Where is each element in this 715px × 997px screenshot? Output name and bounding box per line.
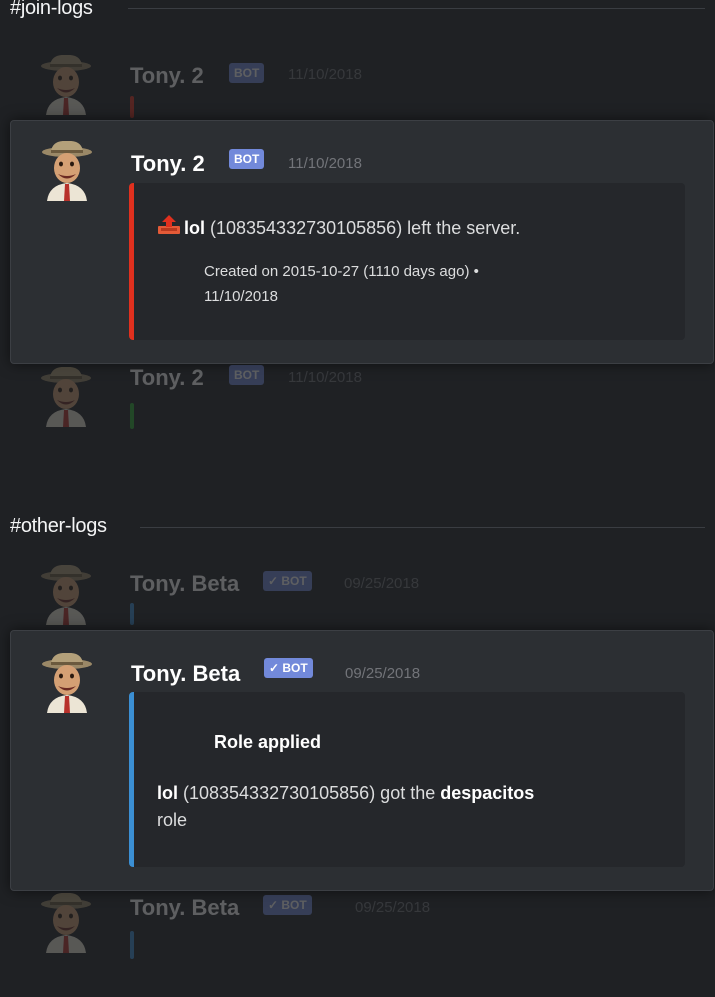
- bot-avatar[interactable]: [39, 653, 95, 713]
- message-author[interactable]: Tony. 2: [130, 365, 204, 391]
- bot-avatar[interactable]: [38, 367, 94, 427]
- username[interactable]: lol: [157, 783, 178, 803]
- bot-tag: ✓ BOT: [264, 658, 313, 678]
- bot-tag: BOT: [229, 63, 265, 83]
- bot-avatar[interactable]: [39, 141, 95, 201]
- member-left-text: (108354332730105856) left the server.: [205, 218, 521, 238]
- bot-tag: ✓ BOT: [263, 571, 312, 591]
- message-author[interactable]: Tony. Beta: [131, 661, 240, 687]
- embed-color-bar: [130, 603, 134, 625]
- bot-tag: ✓ BOT: [263, 895, 312, 915]
- embed-role-applied: Role applied lol (108354332730105856) go…: [129, 692, 685, 867]
- embed-title: Role applied: [214, 732, 322, 752]
- channel-divider: [128, 8, 705, 9]
- message-author[interactable]: Tony. 2: [131, 151, 205, 177]
- message-timestamp: 11/10/2018: [288, 66, 362, 83]
- message-faded-below-other: Tony. Beta ✓ BOT 09/25/2018: [0, 893, 715, 968]
- bot-avatar[interactable]: [38, 55, 94, 115]
- embed-description: lol (108354332730105856) left the server…: [184, 218, 520, 239]
- message-faded-below-join: Tony. 2 BOT 11/10/2018: [0, 365, 715, 440]
- embed-color-bar: [129, 183, 134, 340]
- channel-header-join-logs: #join-logs: [10, 0, 93, 19]
- message-author[interactable]: Tony. Beta: [130, 895, 239, 921]
- embed-footer-line1: Created on 2015-10-27 (1110 days ago) •: [204, 263, 479, 280]
- message-faded-above-other: Tony. Beta ✓ BOT 09/25/2018: [0, 565, 715, 630]
- role-name: despacitos: [440, 783, 535, 803]
- message-timestamp: 09/25/2018: [344, 575, 420, 592]
- embed-description: lol (108354332730105856) got the despaci…: [157, 783, 534, 804]
- channel-divider: [140, 527, 705, 528]
- channel-header-other-logs: #other-logs: [10, 515, 107, 537]
- message-author[interactable]: Tony. Beta: [130, 571, 239, 597]
- message-card-highlighted: Tony. 2 BOT 11/10/2018 lol (108354332730…: [10, 120, 714, 364]
- message-timestamp: 11/10/2018: [288, 155, 362, 172]
- message-card-highlighted: Tony. Beta ✓ BOT 09/25/2018 Role applied…: [10, 630, 714, 891]
- embed-color-bar: [130, 931, 134, 959]
- message-timestamp: 11/10/2018: [288, 369, 362, 386]
- embed-color-bar: [129, 692, 134, 867]
- message-faded-above-join: Tony. 2 BOT 11/10/2018: [0, 55, 715, 125]
- username[interactable]: lol: [184, 218, 205, 238]
- bot-avatar[interactable]: [38, 893, 94, 953]
- embed-color-bar: [130, 403, 134, 429]
- bot-tag: BOT: [229, 149, 265, 169]
- bot-tag: BOT: [229, 365, 265, 385]
- message-author[interactable]: Tony. 2: [130, 63, 204, 89]
- embed-color-bar: [130, 96, 134, 118]
- embed-footer-line2: 11/10/2018: [204, 288, 278, 305]
- embed-member-left: lol (108354332730105856) left the server…: [129, 183, 685, 340]
- bot-avatar[interactable]: [38, 565, 94, 625]
- role-applied-text: (108354332730105856) got the: [178, 783, 441, 803]
- message-timestamp: 09/25/2018: [345, 665, 421, 682]
- message-timestamp: 09/25/2018: [355, 899, 431, 916]
- leave-arrow-icon: [158, 215, 180, 234]
- embed-description-line2: role: [157, 810, 188, 830]
